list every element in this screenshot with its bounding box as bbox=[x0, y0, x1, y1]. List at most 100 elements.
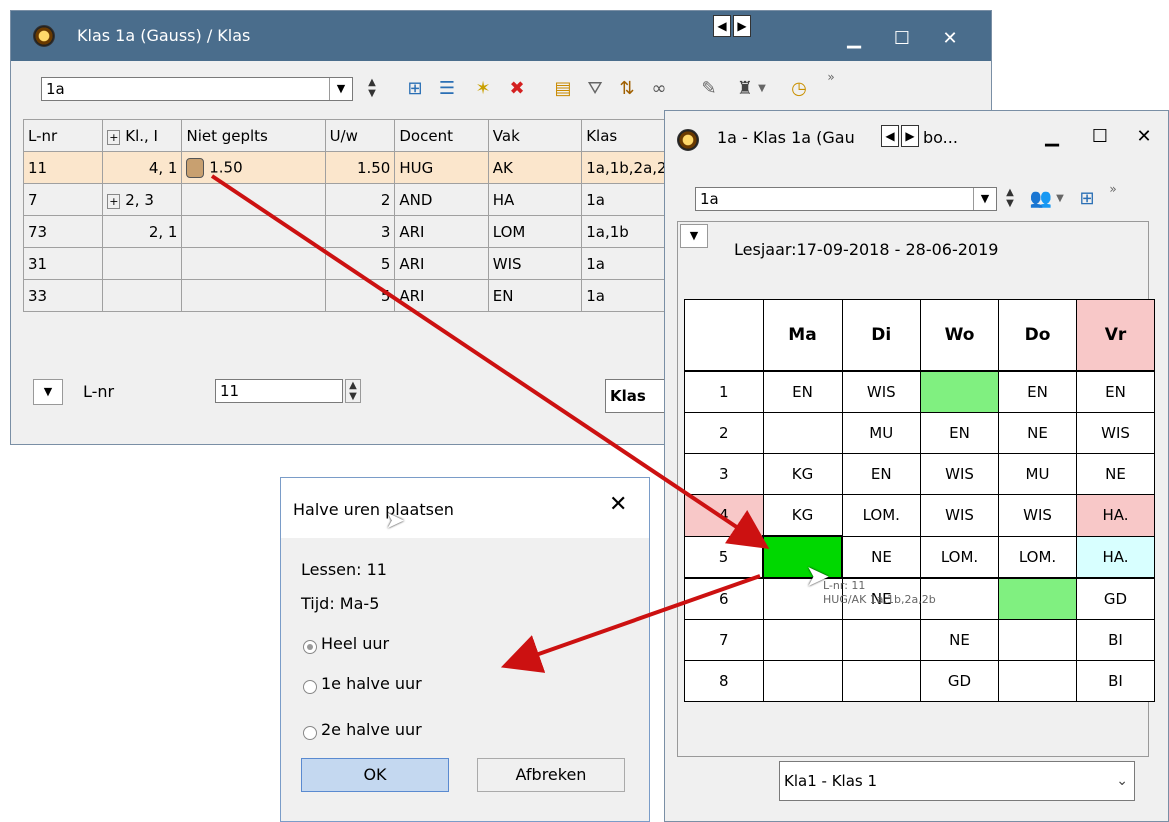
lesson-cell[interactable]: LOM. bbox=[920, 535, 999, 579]
spin-updown-icon[interactable]: ▲ ▼ bbox=[365, 77, 379, 99]
overflow-icon[interactable]: » bbox=[1101, 177, 1125, 201]
lesson-cell[interactable]: WIS bbox=[920, 494, 999, 537]
lesson-cell[interactable] bbox=[998, 660, 1077, 702]
lesson-cell[interactable] bbox=[762, 412, 843, 454]
lesson-cell[interactable]: EN bbox=[1076, 370, 1155, 413]
lesson-cell[interactable]: GD bbox=[920, 660, 999, 702]
nav-next-icon[interactable]: ▶ bbox=[901, 125, 919, 147]
nav-prev-icon[interactable]: ◀ bbox=[713, 15, 731, 37]
lesson-cell[interactable]: BI bbox=[1076, 660, 1155, 702]
class-combo[interactable]: 1a ▼ bbox=[41, 77, 353, 101]
lesson-cell[interactable]: NE bbox=[1076, 453, 1155, 495]
lesson-cell[interactable]: HA. bbox=[1076, 494, 1155, 537]
lesson-cell[interactable]: MU bbox=[841, 412, 921, 454]
lesson-cell[interactable] bbox=[841, 619, 921, 661]
lesson-cell[interactable]: EN bbox=[998, 370, 1077, 413]
lesson-cell[interactable]: GD bbox=[1076, 577, 1155, 620]
lesson-cell[interactable] bbox=[762, 660, 843, 702]
lesson-cell[interactable]: EN bbox=[920, 412, 999, 454]
lesson-cell[interactable] bbox=[998, 619, 1077, 661]
chevron-down-icon[interactable]: ▼ bbox=[973, 188, 996, 210]
lesson-cell[interactable] bbox=[920, 370, 999, 413]
table-row[interactable]: 31 5 ARI WIS 1a bbox=[22, 247, 723, 280]
nav-next-icon[interactable]: ▶ bbox=[733, 15, 751, 37]
nav-prev-icon[interactable]: ◀ bbox=[881, 125, 899, 147]
col-docent[interactable]: Docent bbox=[394, 119, 489, 152]
ok-button[interactable]: OK bbox=[301, 758, 449, 792]
timetable-titlebar[interactable]: 1a - Klas 1a (Gau ◀ ▶ bo... ▁ ☐ ✕ bbox=[665, 111, 1168, 163]
close-button[interactable]: ✕ bbox=[935, 19, 965, 59]
lesson-cell[interactable]: HA. bbox=[1076, 535, 1155, 579]
bottom-class-select[interactable]: Kla1 - Klas 1 ⌄ bbox=[779, 761, 1135, 801]
lesson-cell-drop-target[interactable] bbox=[762, 535, 843, 579]
chevron-down-icon[interactable]: ▼ bbox=[680, 224, 708, 248]
lesson-cell[interactable]: NE bbox=[841, 535, 921, 579]
teacher-icon[interactable]: ♜ bbox=[733, 77, 757, 101]
lnr-input[interactable]: 11 bbox=[215, 379, 343, 403]
table-row[interactable]: 7 + 2, 3 2 AND HA 1a bbox=[22, 183, 723, 216]
lesson-cell[interactable]: BI bbox=[1076, 619, 1155, 661]
radio-2e-halve-uur-label[interactable]: 2e halve uur bbox=[321, 720, 422, 739]
lesson-cell[interactable]: LOM. bbox=[841, 494, 921, 537]
lesson-cell[interactable]: KG bbox=[762, 453, 843, 495]
people-icon[interactable]: 👥 bbox=[1029, 187, 1053, 211]
radio-1e-halve-uur-label[interactable]: 1e halve uur bbox=[321, 674, 422, 693]
delete-icon[interactable]: ✖ bbox=[505, 77, 529, 101]
new-item-icon[interactable]: ✶ bbox=[471, 77, 495, 101]
col-uw[interactable]: U/w bbox=[324, 119, 396, 152]
lesson-cell[interactable]: EN bbox=[841, 453, 921, 495]
col-lnr[interactable]: L-nr bbox=[22, 119, 104, 152]
lesson-cell[interactable]: MU bbox=[998, 453, 1077, 495]
table-row[interactable]: 73 2, 1 3 ARI LOM 1a,1b bbox=[22, 215, 723, 248]
lesson-cell[interactable]: WIS bbox=[998, 494, 1077, 537]
grid-add-icon[interactable]: ⊞ bbox=[1075, 187, 1099, 211]
minimize-button[interactable]: ▁ bbox=[1039, 117, 1065, 157]
lesson-cell[interactable]: NE bbox=[920, 619, 999, 661]
radio-2e-halve-uur[interactable] bbox=[303, 726, 317, 740]
col-niet[interactable]: Niet geplts bbox=[181, 119, 326, 152]
sort-icon[interactable]: ⇅ bbox=[615, 77, 639, 101]
chevron-down-icon[interactable]: ▼ bbox=[755, 77, 769, 101]
radio-heel-uur-label[interactable]: Heel uur bbox=[321, 634, 389, 653]
filter-icon[interactable]: ⛛ bbox=[583, 77, 607, 101]
radio-1e-halve-uur[interactable] bbox=[303, 680, 317, 694]
magic-wand-icon[interactable]: ✎ bbox=[697, 77, 721, 101]
maximize-button[interactable]: ☐ bbox=[1087, 117, 1113, 157]
lesson-cell[interactable] bbox=[762, 619, 843, 661]
close-icon[interactable]: ✕ bbox=[609, 492, 627, 517]
table-row[interactable]: 11 4, 1 1.50 1.50 HUG AK 1a,1b,2a,2b bbox=[22, 151, 723, 184]
col-vak[interactable]: Vak bbox=[487, 119, 583, 152]
chevron-down-icon[interactable]: ▼ bbox=[329, 78, 352, 100]
radio-heel-uur[interactable] bbox=[303, 640, 317, 654]
col-kl[interactable]: + Kl., I bbox=[102, 119, 183, 152]
close-button[interactable]: ✕ bbox=[1131, 117, 1157, 157]
clock-toolbar-icon[interactable]: ◷ bbox=[787, 77, 811, 101]
lesson-cell[interactable]: KG bbox=[762, 494, 843, 537]
lesson-cell[interactable] bbox=[998, 577, 1077, 620]
cancel-button[interactable]: Afbreken bbox=[477, 758, 625, 792]
maximize-button[interactable]: ☐ bbox=[887, 19, 917, 59]
lesson-cell[interactable]: WIS bbox=[920, 453, 999, 495]
timetable-class-combo[interactable]: 1a ▼ bbox=[695, 187, 997, 211]
table-row[interactable]: 33 5 ARI EN 1a bbox=[22, 279, 723, 312]
minimize-button[interactable]: ▁ bbox=[839, 19, 869, 59]
chevron-down-icon[interactable]: ▼ bbox=[1053, 187, 1067, 211]
lesson-cell[interactable]: WIS bbox=[841, 370, 921, 413]
lesson-cell[interactable]: LOM. bbox=[998, 535, 1077, 579]
overflow-icon[interactable]: » bbox=[819, 65, 843, 89]
lesson-cell[interactable]: WIS bbox=[1076, 412, 1155, 454]
grid-add-icon[interactable]: ⊞ bbox=[403, 77, 427, 101]
chevron-down-icon[interactable]: ▼ bbox=[33, 379, 63, 405]
spin-updown-icon[interactable]: ▲ ▼ bbox=[1003, 187, 1017, 209]
lesson-cell[interactable]: EN bbox=[762, 370, 843, 413]
dialog-titlebar[interactable]: Halve uren plaatsen ✕ bbox=[281, 478, 649, 538]
class-window-titlebar[interactable]: Klas 1a (Gauss) / Klas ◀ ▶ ▁ ☐ ✕ bbox=[11, 11, 991, 61]
report-icon[interactable]: ▤ bbox=[551, 77, 575, 101]
chevron-down-icon[interactable]: ⌄ bbox=[1116, 762, 1128, 800]
lesson-cell[interactable]: NE bbox=[998, 412, 1077, 454]
cell-niet[interactable]: 1.50 bbox=[181, 151, 326, 184]
list-icon[interactable]: ☰ bbox=[435, 77, 459, 101]
lesson-cell[interactable] bbox=[841, 660, 921, 702]
lnr-spin-icon[interactable]: ▲ ▼ bbox=[345, 379, 361, 403]
link-icon[interactable]: ∞ bbox=[647, 77, 671, 101]
